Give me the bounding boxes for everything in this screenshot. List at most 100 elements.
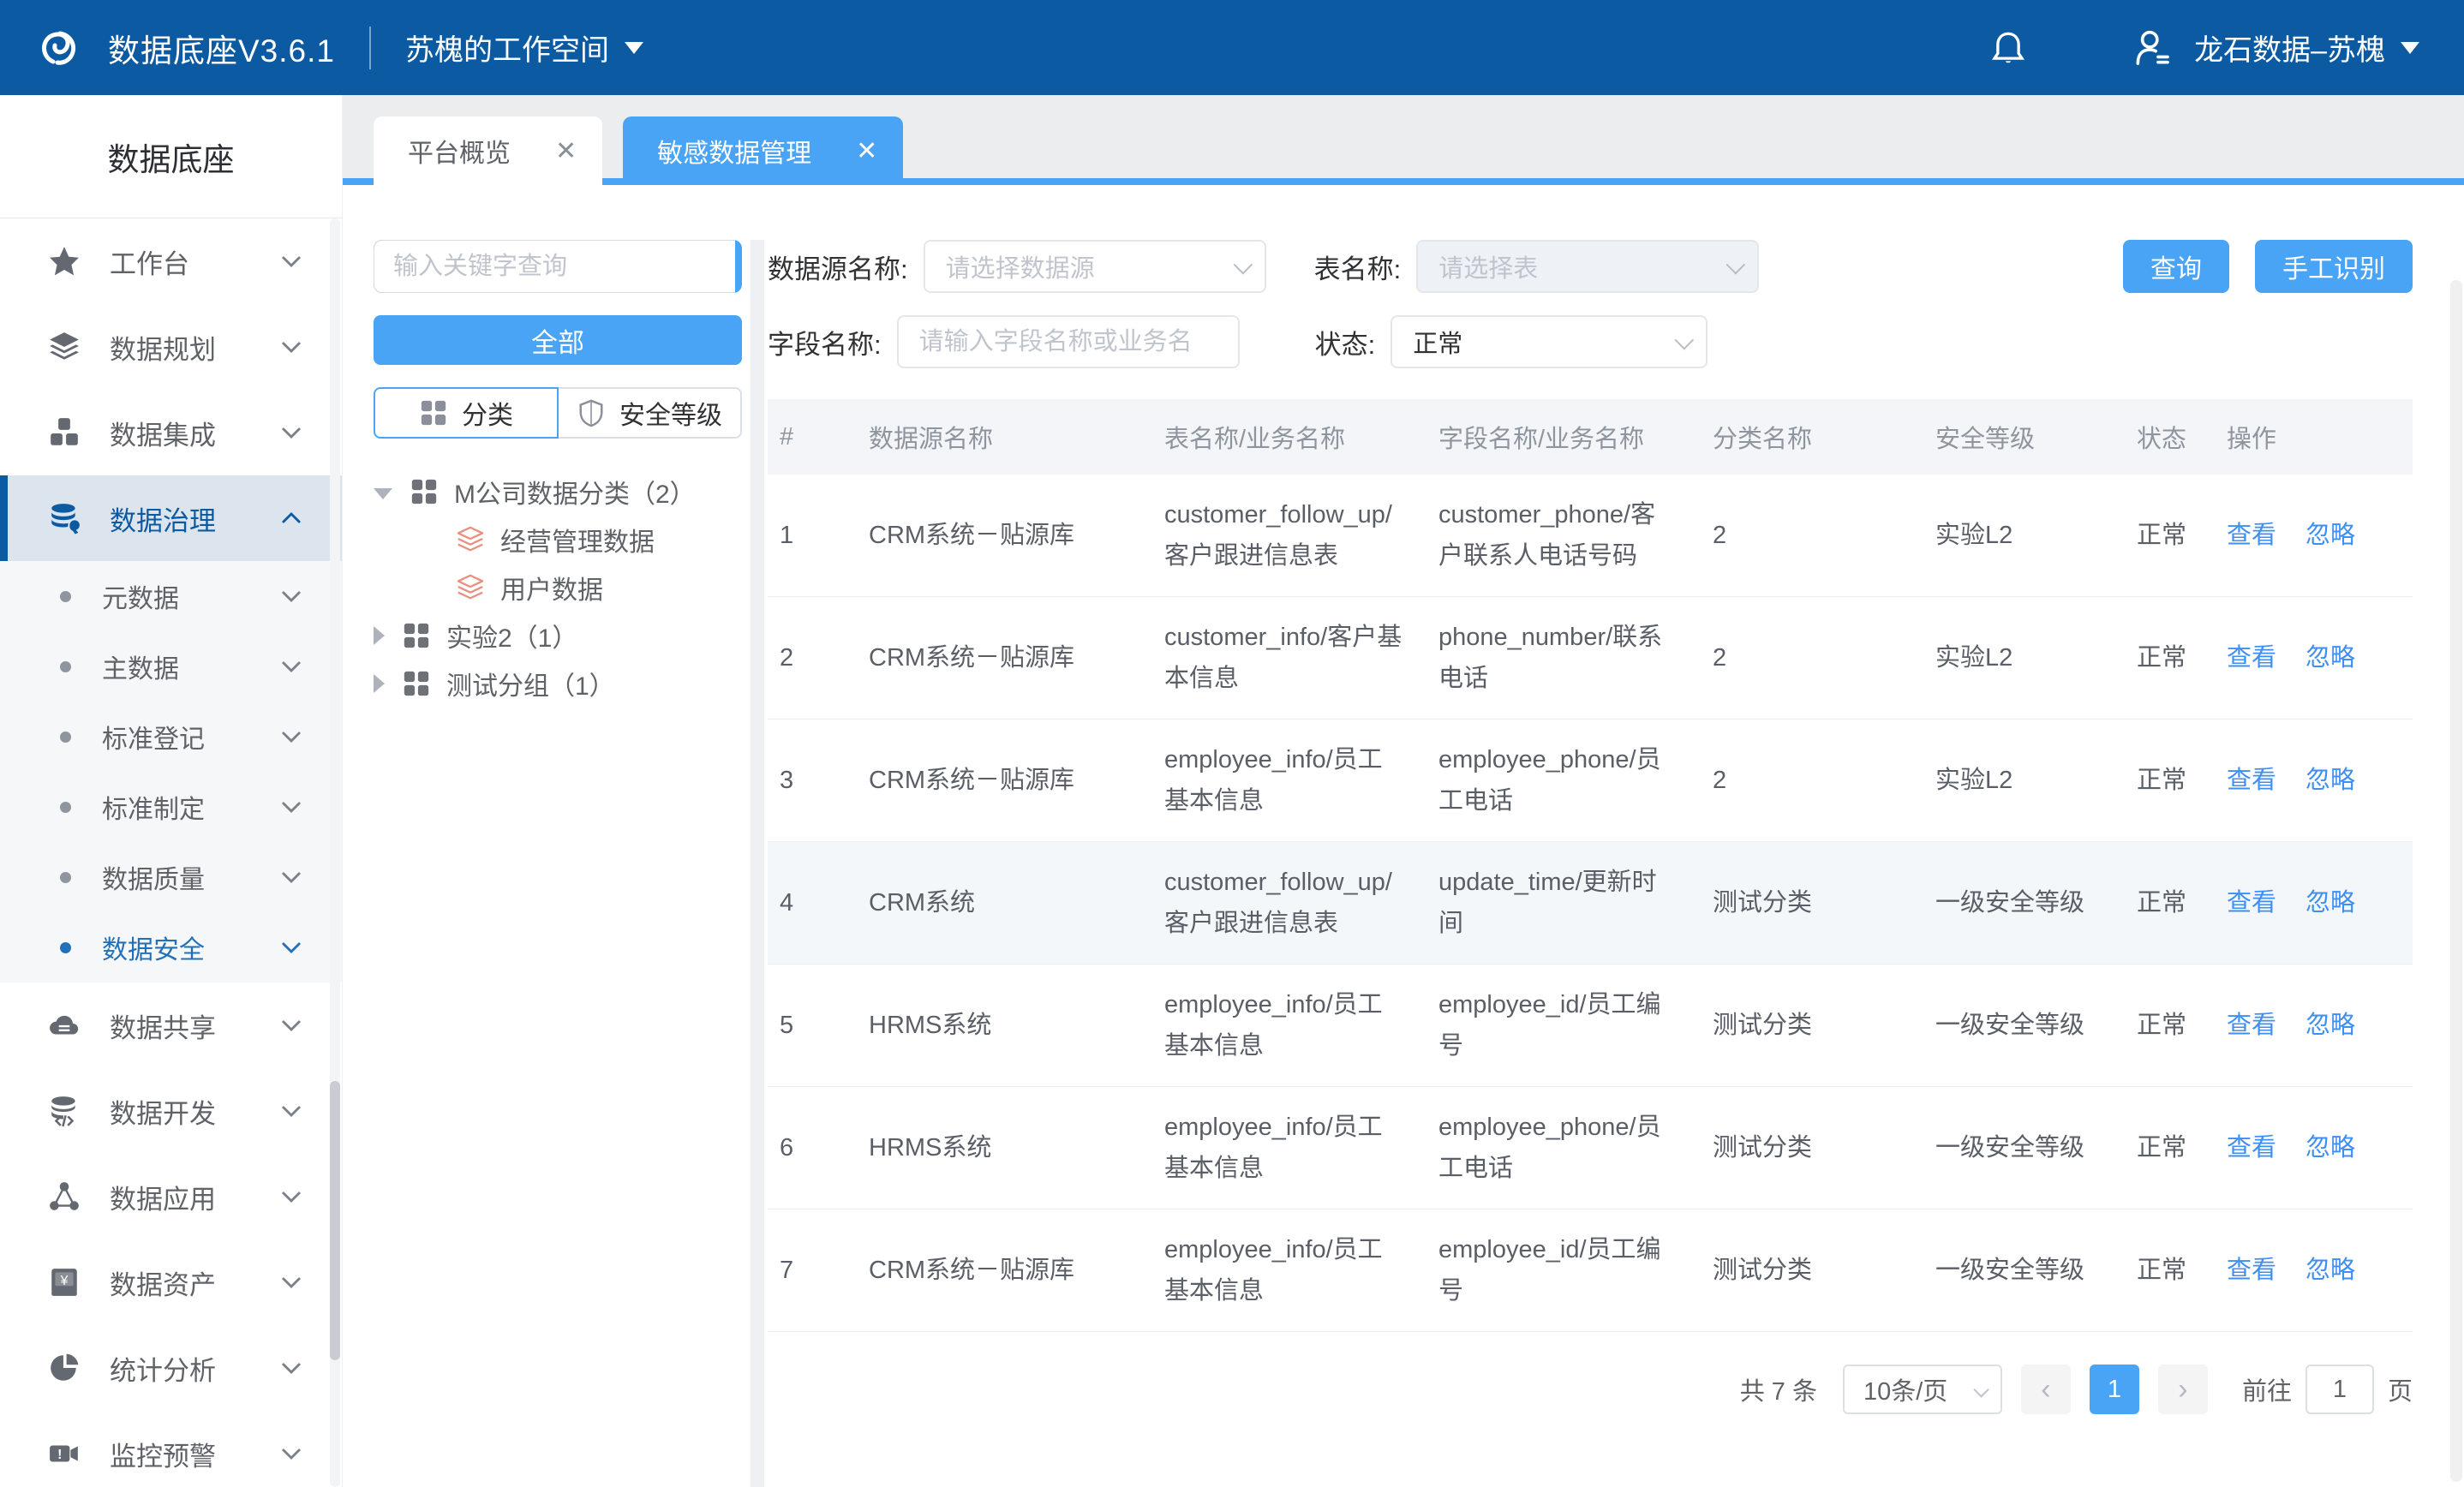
view-link[interactable]: 查看 (2227, 767, 2276, 794)
sensitive-data-table: #数据源名称表名称/业务名称字段名称/业务名称分类名称安全等级状态操作 1CRM… (768, 399, 2413, 1332)
chevron-down-icon (278, 794, 304, 820)
cell-level: 实验L2 (1923, 620, 2125, 696)
sidebar-item-9[interactable]: !监控预警 (0, 1411, 342, 1487)
caret-right-icon[interactable] (374, 626, 385, 645)
caret-down-icon[interactable] (374, 488, 392, 499)
tab-platform-overview[interactable]: 平台概览 ✕ (374, 116, 602, 185)
cell-category: 2 (1701, 498, 1923, 573)
star-icon (48, 245, 81, 278)
search-button[interactable] (735, 240, 742, 293)
column-header: 安全等级 (1923, 419, 2125, 455)
all-button[interactable]: 全部 (374, 315, 742, 365)
view-link[interactable]: 查看 (2227, 522, 2276, 549)
sidebar-item-8[interactable]: 统计分析 (0, 1325, 342, 1411)
sidebar-item-6[interactable]: 数据应用 (0, 1154, 342, 1239)
sidebar-subitem-3-0[interactable]: 元数据 (0, 561, 342, 631)
share-nodes-icon (48, 1180, 81, 1213)
sidebar-item-2[interactable]: 数据集成 (0, 390, 342, 475)
chevron-up-icon (278, 505, 304, 531)
shield-icon (577, 398, 606, 427)
tree-leaf-0-0[interactable]: 经营管理数据 (374, 516, 742, 564)
cell-field: employee_phone/员工电话 (1426, 1090, 1701, 1206)
sidebar-item-3[interactable]: 数据治理 (0, 475, 342, 561)
tree-leaf-0-1[interactable]: 用户数据 (374, 564, 742, 612)
ignore-link[interactable]: 忽略 (2306, 1257, 2355, 1284)
manual-identify-button[interactable]: 手工识别 (2255, 240, 2413, 293)
cell-level: 实验L2 (1923, 743, 2125, 818)
field-name-input[interactable] (919, 328, 1190, 356)
row-actions: 查看 忽略 (2215, 988, 2413, 1063)
view-link[interactable]: 查看 (2227, 1134, 2276, 1162)
sidebar-subitem-label: 元数据 (102, 577, 278, 615)
ignore-link[interactable]: 忽略 (2306, 767, 2355, 794)
page-size-select[interactable]: 10条/页 (1843, 1365, 2002, 1414)
pagination: 共 7 条 10条/页 ‹ 1 › 前往 页 (768, 1365, 2413, 1414)
sidebar-scrollbar-thumb[interactable] (330, 1081, 340, 1360)
sidebar-item-7[interactable]: ¥数据资产 (0, 1239, 342, 1325)
view-link[interactable]: 查看 (2227, 1257, 2276, 1284)
chevron-down-icon (278, 654, 304, 679)
ignore-link[interactable]: 忽略 (2306, 644, 2355, 672)
cell-status: 正常 (2125, 620, 2215, 696)
cubes-icon (48, 416, 81, 449)
search-input[interactable] (374, 240, 735, 293)
column-header: 字段名称/业务名称 (1426, 419, 1701, 455)
close-icon[interactable]: ✕ (856, 136, 877, 166)
cell-level: 一级安全等级 (1923, 988, 2125, 1063)
close-icon[interactable]: ✕ (555, 136, 577, 166)
grid-icon (402, 621, 431, 650)
query-button[interactable]: 查询 (2123, 240, 2229, 293)
table-row: 4CRM系统customer_follow_up/客户跟进信息表update_t… (768, 842, 2413, 964)
ignore-link[interactable]: 忽略 (2306, 1134, 2355, 1162)
datasource-select[interactable]: 请选择数据源 (924, 240, 1266, 293)
pie-chart-icon (48, 1352, 81, 1384)
next-page-button[interactable]: › (2158, 1365, 2208, 1414)
tree-node-1[interactable]: 实验2（1） (374, 612, 742, 660)
tree-node-0[interactable]: M公司数据分类（2） (374, 468, 742, 516)
caret-right-icon[interactable] (374, 674, 385, 693)
table-row: 3CRM系统－贴源库employee_info/员工基本信息employee_p… (768, 720, 2413, 842)
workspace-selector[interactable]: 苏槐的工作空间 (405, 27, 643, 69)
sidebar-title: 数据底座 (0, 95, 342, 218)
sidebar-item-5[interactable]: 数据开发 (0, 1068, 342, 1154)
table-row: 1CRM系统－贴源库customer_follow_up/客户跟进信息表cust… (768, 475, 2413, 597)
bullet-dot-icon (60, 732, 71, 743)
chevron-down-icon (278, 1441, 304, 1466)
sidebar-item-label: 数据治理 (110, 499, 278, 538)
view-link[interactable]: 查看 (2227, 644, 2276, 672)
view-link[interactable]: 查看 (2227, 889, 2276, 917)
sidebar-subitem-label: 主数据 (102, 648, 278, 685)
sidebar-item-4[interactable]: 数据共享 (0, 982, 342, 1068)
row-actions: 查看 忽略 (2215, 620, 2413, 696)
goto-page-input[interactable] (2306, 1365, 2374, 1414)
grid-icon (402, 669, 431, 698)
view-link[interactable]: 查看 (2227, 1012, 2276, 1039)
prev-page-button[interactable]: ‹ (2021, 1365, 2071, 1414)
sidebar-subitem-3-5[interactable]: 数据安全 (0, 912, 342, 982)
page-1-button[interactable]: 1 (2090, 1365, 2139, 1414)
user-name: 龙石数据–苏槐 (2194, 27, 2385, 69)
user-menu[interactable]: 龙石数据–苏槐 (2131, 27, 2419, 69)
ignore-link[interactable]: 忽略 (2306, 889, 2355, 917)
ignore-link[interactable]: 忽略 (2306, 1012, 2355, 1039)
page-size-value: 10条/页 (1863, 1371, 1947, 1407)
table-row: 6HRMS系统employee_info/员工基本信息employee_phon… (768, 1087, 2413, 1209)
sidebar-subitem-3-4[interactable]: 数据质量 (0, 842, 342, 912)
status-label: 状态: (1315, 323, 1376, 361)
sidebar-subitem-3-1[interactable]: 主数据 (0, 631, 342, 702)
sidebar-item-0[interactable]: 工作台 (0, 218, 342, 304)
ignore-link[interactable]: 忽略 (2306, 522, 2355, 549)
sidebar-subitem-3-2[interactable]: 标准登记 (0, 702, 342, 772)
toggle-classification[interactable]: 分类 (374, 387, 559, 439)
status-select[interactable]: 正常 (1390, 315, 1707, 368)
table-label: 表名称: (1314, 248, 1402, 286)
sidebar-item-label: 统计分析 (110, 1349, 278, 1388)
tab-sensitive-data[interactable]: 敏感数据管理 ✕ (623, 116, 903, 185)
notification-bell-icon[interactable] (1989, 28, 2028, 68)
chevron-down-icon (1726, 255, 1746, 275)
sidebar-item-1[interactable]: 数据规划 (0, 304, 342, 390)
tree-node-2[interactable]: 测试分组（1） (374, 660, 742, 708)
table-select[interactable]: 请选择表 (1416, 240, 1759, 293)
sidebar-subitem-3-3[interactable]: 标准制定 (0, 772, 342, 842)
toggle-security-level[interactable]: 安全等级 (559, 387, 742, 439)
